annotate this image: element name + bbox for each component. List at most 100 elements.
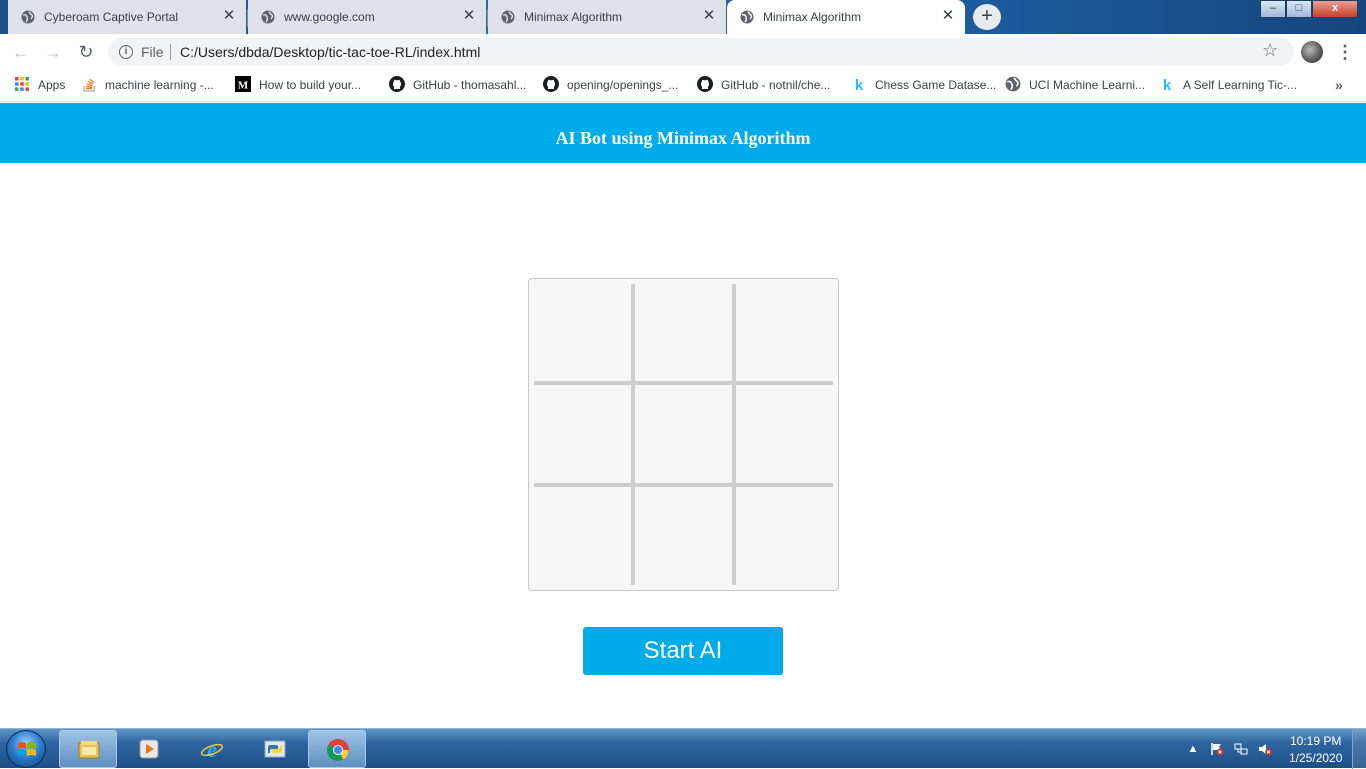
file-explorer-icon xyxy=(78,741,100,759)
tab-title: Cyberoam Captive Portal xyxy=(44,10,179,24)
board-cell[interactable] xyxy=(736,385,833,482)
svg-text:k: k xyxy=(1163,77,1172,92)
new-tab-button[interactable]: + xyxy=(973,4,1001,30)
close-tab-icon[interactable]: ✕ xyxy=(222,8,236,23)
volume-muted-icon[interactable] xyxy=(1258,742,1272,756)
chrome-icon xyxy=(327,739,349,761)
tab-strip: Cyberoam Captive Portal ✕ www.google.com… xyxy=(0,0,1366,34)
taskbar-internet-explorer[interactable]: e xyxy=(183,730,241,768)
tab-cyberoam-captive-portal[interactable]: Cyberoam Captive Portal ✕ xyxy=(8,0,246,34)
github-icon xyxy=(697,75,713,92)
bookmark-github-notnil[interactable]: GitHub - notnil/che... xyxy=(697,75,831,96)
bookmark-chess-game-dataset[interactable]: k Chess Game Datase... xyxy=(851,76,997,96)
board-cell[interactable] xyxy=(635,385,732,482)
kaggle-icon: k xyxy=(1163,77,1172,92)
bookmarks-overflow-chevron-icon[interactable]: » xyxy=(1335,77,1343,93)
tab-title: Minimax Algorithm xyxy=(763,10,862,24)
bookmark-label: How to build your... xyxy=(259,77,362,92)
globe-icon xyxy=(21,10,35,24)
show-desktop-button[interactable] xyxy=(1352,729,1366,769)
bookmark-label: opening/openings_... xyxy=(567,77,679,92)
bookmark-label: Apps xyxy=(38,77,66,92)
windows-taskbar: e ▲ 10:19 PM 1/25/2020 xyxy=(0,728,1366,769)
browser-toolbar: ← → ↻ i File C:/Users/dbda/Desktop/tic-t… xyxy=(0,34,1366,70)
kaggle-icon: k xyxy=(855,77,864,92)
internet-explorer-icon: e xyxy=(200,737,224,761)
taskbar-python[interactable] xyxy=(246,730,304,768)
window-controls: – □ x xyxy=(1260,0,1358,18)
medium-icon: M xyxy=(235,75,251,92)
tab-minimax-algorithm-active[interactable]: Minimax Algorithm ✕ xyxy=(727,0,965,34)
svg-text:M: M xyxy=(238,79,249,91)
tab-title: www.google.com xyxy=(284,10,375,24)
bookmark-label: Chess Game Datase... xyxy=(875,77,997,92)
bookmark-opening-openings[interactable]: opening/openings_... xyxy=(543,75,679,96)
tab-minimax-algorithm[interactable]: Minimax Algorithm ✕ xyxy=(488,0,726,34)
bookmark-label: A Self Learning Tic-... xyxy=(1183,77,1298,92)
show-hidden-icons-icon[interactable]: ▲ xyxy=(1186,742,1200,756)
maximize-button[interactable]: □ xyxy=(1286,0,1312,18)
tic-tac-toe-board xyxy=(528,278,839,591)
page-title: AI Bot using Minimax Algorithm xyxy=(555,128,811,148)
reload-button[interactable]: ↻ xyxy=(75,41,97,63)
menu-icon[interactable]: ⋮ xyxy=(1336,41,1354,63)
github-icon xyxy=(389,75,405,92)
info-icon[interactable]: i xyxy=(119,45,133,59)
bookmark-label: machine learning -... xyxy=(105,77,214,92)
svg-text:e: e xyxy=(207,737,217,761)
action-center-flag-icon[interactable] xyxy=(1210,742,1224,756)
globe-icon xyxy=(740,10,754,24)
page-header: AI Bot using Minimax Algorithm xyxy=(0,103,1366,163)
board-cell[interactable] xyxy=(635,284,732,381)
bookmark-github-thomasahl[interactable]: GitHub - thomasahl... xyxy=(389,75,527,96)
board-cell[interactable] xyxy=(635,487,732,584)
forward-button[interactable]: → xyxy=(42,41,64,63)
board-cell[interactable] xyxy=(736,284,833,381)
taskbar-media-player[interactable] xyxy=(120,730,178,768)
minimize-button[interactable]: – xyxy=(1260,0,1286,18)
bookmark-machine-learning[interactable]: machine learning -... xyxy=(81,76,214,96)
bookmark-star-icon[interactable]: ☆ xyxy=(1262,40,1278,60)
globe-icon xyxy=(261,10,275,24)
clock-date[interactable]: 1/25/2020 xyxy=(1289,751,1342,765)
bookmark-label: UCI Machine Learni... xyxy=(1029,77,1146,92)
bookmark-self-learning-tic[interactable]: k A Self Learning Tic-... xyxy=(1159,76,1297,96)
start-ai-button[interactable]: Start AI xyxy=(583,627,783,675)
apps-grid-icon xyxy=(15,76,29,91)
url-text[interactable]: C:/Users/dbda/Desktop/tic-tac-toe-RL/ind… xyxy=(180,44,480,60)
tab-title: Minimax Algorithm xyxy=(524,10,623,24)
profile-avatar[interactable] xyxy=(1301,41,1323,63)
svg-text:k: k xyxy=(855,77,864,92)
globe-icon xyxy=(501,10,515,24)
bookmark-apps[interactable]: Apps xyxy=(14,76,65,96)
taskbar-chrome[interactable] xyxy=(308,730,366,768)
address-bar[interactable]: i File C:/Users/dbda/Desktop/tic-tac-toe… xyxy=(108,38,1294,66)
python-icon xyxy=(264,740,286,758)
board-cell[interactable] xyxy=(534,284,631,381)
media-player-icon xyxy=(139,739,159,759)
board-cell[interactable] xyxy=(736,487,833,584)
board-cell[interactable] xyxy=(534,385,631,482)
close-tab-icon[interactable]: ✕ xyxy=(941,8,955,23)
close-tab-icon[interactable]: ✕ xyxy=(462,8,476,23)
close-window-button[interactable]: x xyxy=(1312,0,1358,18)
network-icon[interactable] xyxy=(1234,742,1248,756)
taskbar-file-explorer[interactable] xyxy=(59,730,117,768)
bookmark-label: GitHub - notnil/che... xyxy=(721,77,831,92)
back-button[interactable]: ← xyxy=(10,41,32,63)
bookmark-label: GitHub - thomasahl... xyxy=(413,77,527,92)
bookmarks-bar: Apps machine learning -... M How to buil… xyxy=(0,70,1366,102)
url-separator xyxy=(170,44,171,60)
tab-google[interactable]: www.google.com ✕ xyxy=(248,0,486,34)
scheme-label: File xyxy=(141,44,164,60)
bookmark-uci-machine-learning[interactable]: UCI Machine Learni... xyxy=(1005,76,1145,96)
windows-logo-icon xyxy=(18,742,36,756)
start-button[interactable] xyxy=(6,730,46,768)
globe-icon xyxy=(1005,76,1021,92)
clock-time[interactable]: 10:19 PM xyxy=(1290,734,1341,748)
close-tab-icon[interactable]: ✕ xyxy=(702,8,716,23)
board-cell[interactable] xyxy=(534,487,631,584)
github-icon xyxy=(543,75,559,92)
stackoverflow-icon xyxy=(83,78,95,92)
bookmark-how-to-build[interactable]: M How to build your... xyxy=(235,75,362,96)
